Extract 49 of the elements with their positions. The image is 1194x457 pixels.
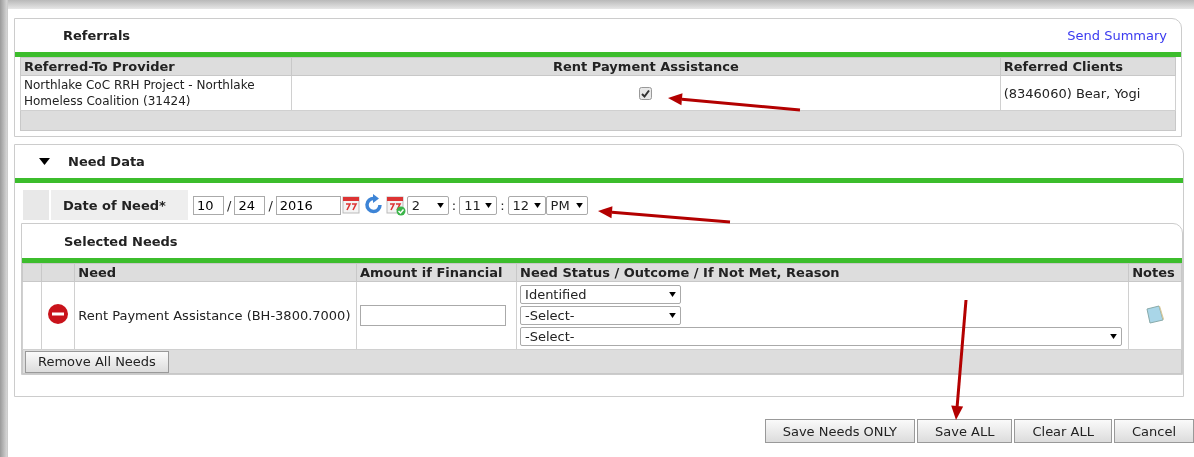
outcome-dropdown[interactable]: -Select-	[520, 306, 682, 325]
panel-title: Need Data	[68, 154, 146, 169]
time-dropdown[interactable]: 2	[406, 195, 449, 215]
send-summary-link[interactable]: Send Summary	[1067, 28, 1167, 43]
date-field[interactable]: 24	[234, 195, 266, 215]
panel-title: Selected Needs	[64, 233, 179, 249]
date-separator: /	[268, 197, 273, 213]
date-separator: /	[227, 197, 232, 213]
column-header: Rent Payment Assistance	[291, 57, 1001, 76]
time-separator: :	[500, 197, 505, 213]
action-button[interactable]: Save Needs ONLY	[764, 419, 915, 443]
time-dropdown[interactable]: PM	[545, 195, 588, 215]
table-cell: Northlake CoC RRH Project - Northlake Homeless Coalition (31424)	[20, 75, 292, 111]
required-mark: *	[159, 197, 166, 213]
panel-title: Referrals	[63, 28, 132, 43]
caret-icon	[669, 313, 677, 318]
date-field[interactable]: 10	[193, 195, 224, 215]
caret-icon	[485, 202, 493, 208]
caret-icon	[1110, 334, 1118, 339]
column-header: Need	[74, 263, 357, 282]
status-dropdown[interactable]: Identified	[520, 285, 682, 304]
collapse-icon[interactable]	[39, 158, 50, 165]
column-header: Referred Clients	[1000, 57, 1176, 76]
caret-icon	[669, 292, 677, 297]
amount-field[interactable]	[360, 305, 506, 326]
calendar-check-icon[interactable]	[384, 194, 407, 216]
time-dropdown[interactable]: 12	[507, 195, 546, 215]
action-button[interactable]: Cancel	[1113, 419, 1194, 443]
column-header: Referred-To Provider	[20, 57, 292, 76]
table-cell: Rent Payment Assistance (BH-3800.7000)	[74, 281, 357, 350]
column-header: Amount if Financial	[356, 263, 517, 282]
reason-dropdown[interactable]: -Select-	[520, 327, 1123, 346]
column-header: Need Status / Outcome / If Not Met, Reason	[516, 263, 1129, 282]
caret-icon	[533, 202, 541, 208]
time-dropdown[interactable]: 11	[459, 195, 498, 215]
refresh-icon[interactable]	[362, 194, 385, 216]
date-field[interactable]: 2016	[275, 195, 341, 215]
calendar-icon[interactable]	[340, 194, 363, 216]
checkbox[interactable]	[639, 87, 653, 100]
caret-icon	[436, 202, 444, 208]
action-button[interactable]: Clear ALL	[1014, 419, 1112, 443]
remove-all-needs-button[interactable]: Remove All Needs	[25, 350, 169, 373]
column-header: Notes	[1128, 263, 1182, 282]
action-button[interactable]: Save ALL	[917, 419, 1013, 443]
remove-icon[interactable]	[47, 303, 70, 325]
caret-icon	[575, 202, 583, 208]
field-label: Date of Need	[63, 197, 160, 213]
time-separator: :	[451, 197, 457, 213]
table-cell: (8346060) Bear, Yogi	[1000, 75, 1176, 111]
